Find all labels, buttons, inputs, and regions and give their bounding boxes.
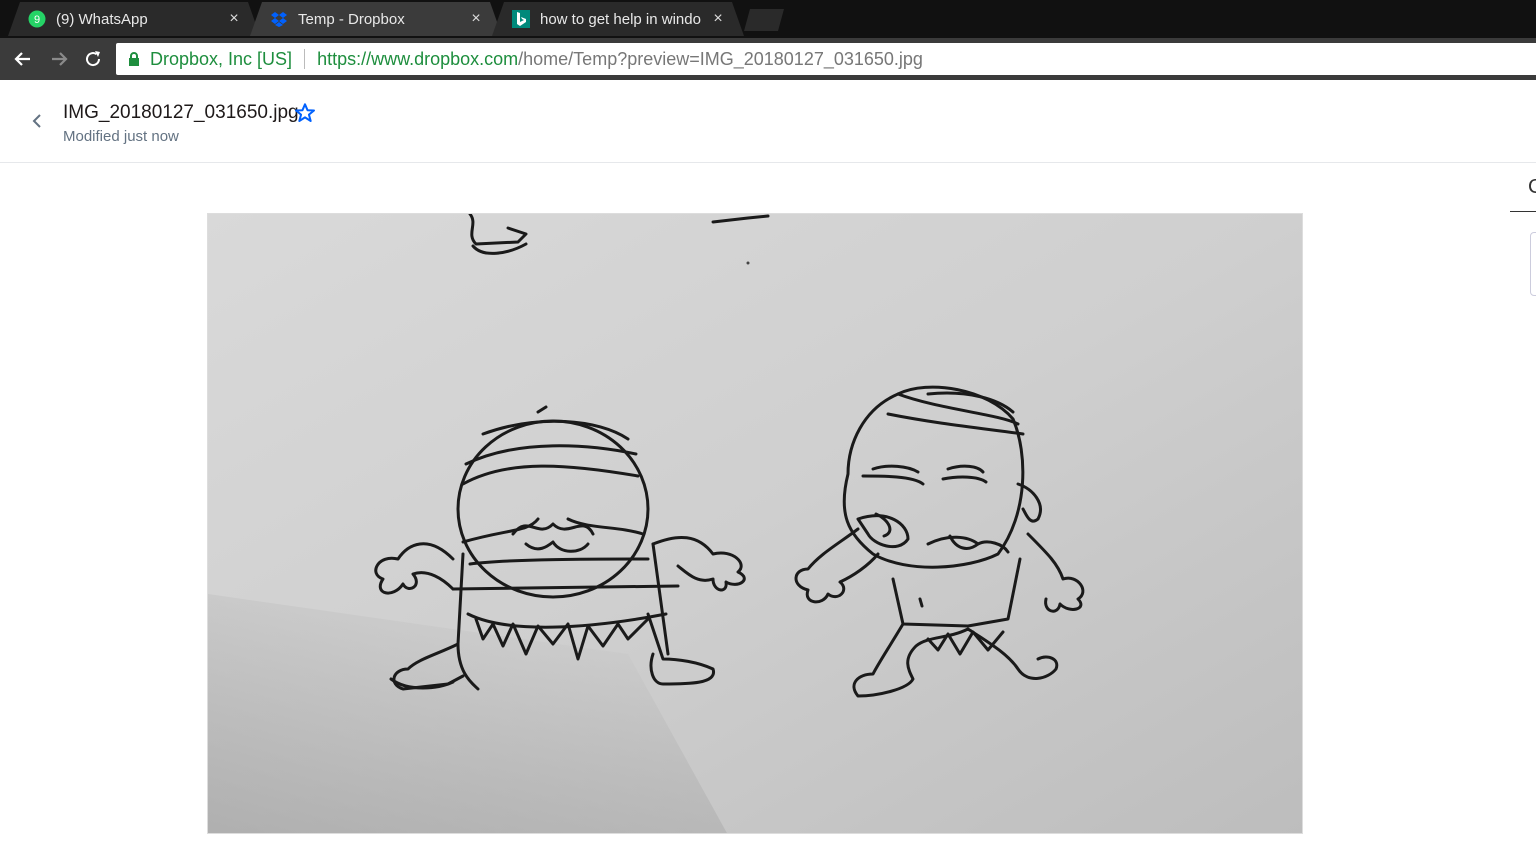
site-identity[interactable]: Dropbox, Inc [US] xyxy=(150,49,292,70)
tab-strip: 9 (9) WhatsApp × Temp - Dropbox × how to… xyxy=(0,0,1536,38)
chevron-left-icon[interactable] xyxy=(26,110,48,132)
browser-toolbar: Dropbox, Inc [US] https://www.dropbox.co… xyxy=(0,38,1536,80)
image-preview[interactable] xyxy=(207,213,1303,834)
address-bar[interactable]: Dropbox, Inc [US] https://www.dropbox.co… xyxy=(116,43,1536,75)
close-icon[interactable]: × xyxy=(710,10,726,28)
tab-title: (9) WhatsApp xyxy=(56,10,148,28)
new-tab-button[interactable] xyxy=(744,9,784,31)
close-icon[interactable]: × xyxy=(468,10,484,28)
url-path: /home/Temp?preview=IMG_20180127_031650.j… xyxy=(518,48,923,69)
tab-title: Temp - Dropbox xyxy=(298,10,405,28)
forward-arrow-icon[interactable] xyxy=(46,46,72,72)
tab-whatsapp[interactable]: 9 (9) WhatsApp × xyxy=(8,2,260,36)
back-arrow-icon[interactable] xyxy=(10,46,36,72)
whatsapp-icon: 9 xyxy=(28,10,46,28)
right-panel-label: C xyxy=(1528,176,1536,198)
lock-icon xyxy=(128,51,140,67)
dropbox-icon xyxy=(270,10,288,28)
modified-status: Modified just now xyxy=(63,128,179,145)
tab-bing[interactable]: how to get help in windo × xyxy=(492,2,744,36)
close-icon[interactable]: × xyxy=(226,10,242,28)
drawing-image xyxy=(208,214,1302,833)
bing-icon xyxy=(512,10,530,28)
url-host: https://www.dropbox.com xyxy=(317,48,519,69)
file-header: IMG_20180127_031650.jpg Modified just no… xyxy=(0,80,1536,163)
right-panel-divider xyxy=(1510,211,1536,212)
file-name: IMG_20180127_031650.jpg xyxy=(63,102,299,123)
divider xyxy=(304,49,306,69)
tab-dropbox[interactable]: Temp - Dropbox × xyxy=(250,2,502,36)
svg-text:9: 9 xyxy=(34,14,40,26)
reload-icon[interactable] xyxy=(80,46,106,72)
right-panel-box[interactable] xyxy=(1530,232,1536,296)
star-icon[interactable] xyxy=(294,102,316,129)
tab-title: how to get help in windo xyxy=(540,10,701,28)
